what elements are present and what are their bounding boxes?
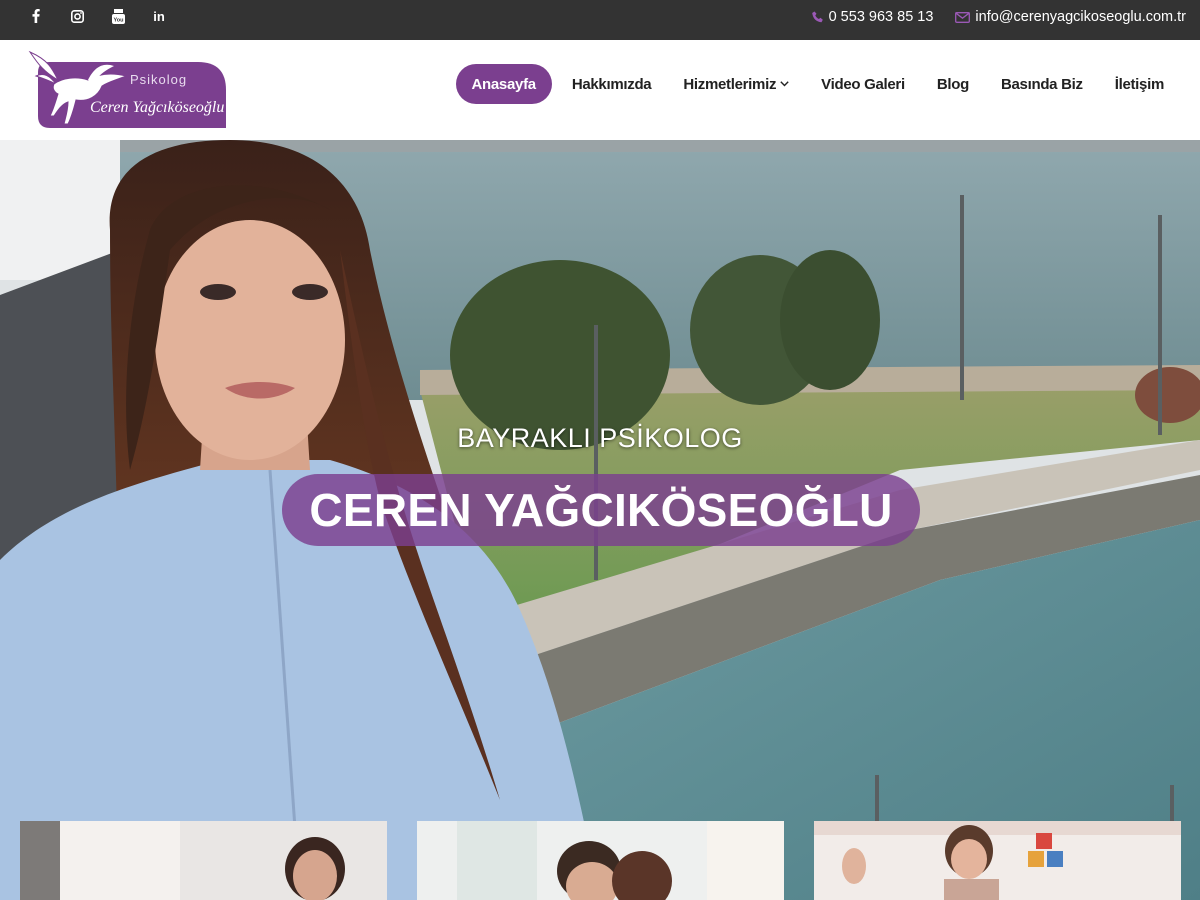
nav-item-hizmetlerimiz[interactable]: Hizmetlerimiz bbox=[667, 64, 805, 104]
phone-icon bbox=[811, 11, 823, 23]
nav-label: Blog bbox=[936, 75, 969, 93]
service-card-image bbox=[417, 821, 784, 900]
nav-item-video-galeri[interactable]: Video Galeri bbox=[805, 64, 921, 104]
main-nav: Anasayfa Hakkımızda Hizmetlerimiz Video … bbox=[455, 64, 1181, 104]
email-contact[interactable]: info@cerenyagcikoseoglu.com.tr bbox=[955, 9, 1186, 25]
top-bar: You in 0 553 963 85 13 info@cerenyagciko… bbox=[0, 0, 1200, 40]
service-cards bbox=[20, 821, 1182, 900]
service-card-image bbox=[814, 821, 1181, 900]
service-card-1[interactable] bbox=[20, 821, 387, 900]
logo-line2: Ceren Yağcıköseoğlu bbox=[90, 99, 224, 116]
instagram-icon bbox=[70, 9, 84, 23]
phone-number: 0 553 963 85 13 bbox=[828, 9, 934, 25]
instagram-link[interactable] bbox=[63, 2, 91, 30]
facebook-link[interactable] bbox=[22, 2, 50, 30]
nav-item-blog[interactable]: Blog bbox=[921, 64, 985, 104]
nav-label: Basında Biz bbox=[1000, 75, 1083, 93]
nav-item-hakkimizda[interactable]: Hakkımızda bbox=[556, 64, 668, 104]
nav-label: Hizmetlerimiz bbox=[683, 75, 777, 93]
youtube-icon: You bbox=[111, 8, 125, 24]
social-links: You in bbox=[22, 0, 186, 32]
service-card-3[interactable] bbox=[814, 821, 1181, 900]
site-header: Psikolog Ceren Yağcıköseoğlu Anasayfa Ha… bbox=[0, 40, 1200, 140]
nav-label: Video Galeri bbox=[821, 75, 905, 93]
nav-label: İletişim bbox=[1114, 75, 1165, 93]
youtube-link[interactable]: You bbox=[104, 2, 132, 30]
nav-item-basinda-biz[interactable]: Basında Biz bbox=[985, 64, 1099, 104]
nav-item-iletisim[interactable]: İletişim bbox=[1099, 64, 1180, 104]
nav-item-anasayfa[interactable]: Anasayfa bbox=[455, 64, 552, 104]
youtube-icon-label: You bbox=[113, 17, 123, 23]
linkedin-icon: in bbox=[153, 8, 165, 24]
hero-title: CEREN YAĞCIKÖSEOĞLU bbox=[282, 474, 920, 546]
nav-label: Anasayfa bbox=[471, 75, 537, 93]
service-card-2[interactable] bbox=[417, 821, 784, 900]
facebook-icon bbox=[32, 9, 40, 23]
envelope-icon bbox=[955, 11, 971, 23]
service-card-image bbox=[20, 821, 387, 900]
phone-contact[interactable]: 0 553 963 85 13 bbox=[811, 9, 934, 25]
email-address: info@cerenyagcikoseoglu.com.tr bbox=[975, 9, 1186, 25]
hero-subtitle: BAYRAKLI PSİKOLOG bbox=[457, 423, 743, 453]
contact-info: 0 553 963 85 13 info@cerenyagcikoseoglu.… bbox=[790, 0, 1186, 34]
logo-line1: Psikolog bbox=[130, 72, 187, 87]
linkedin-link[interactable]: in bbox=[145, 2, 173, 30]
nav-label: Hakkımızda bbox=[571, 75, 652, 93]
chevron-down-icon bbox=[780, 81, 789, 87]
hero-slider: BAYRAKLI PSİKOLOG CEREN YAĞCIKÖSEOĞLU bbox=[0, 140, 1200, 900]
site-logo[interactable]: Psikolog Ceren Yağcıköseoğlu bbox=[28, 50, 228, 130]
